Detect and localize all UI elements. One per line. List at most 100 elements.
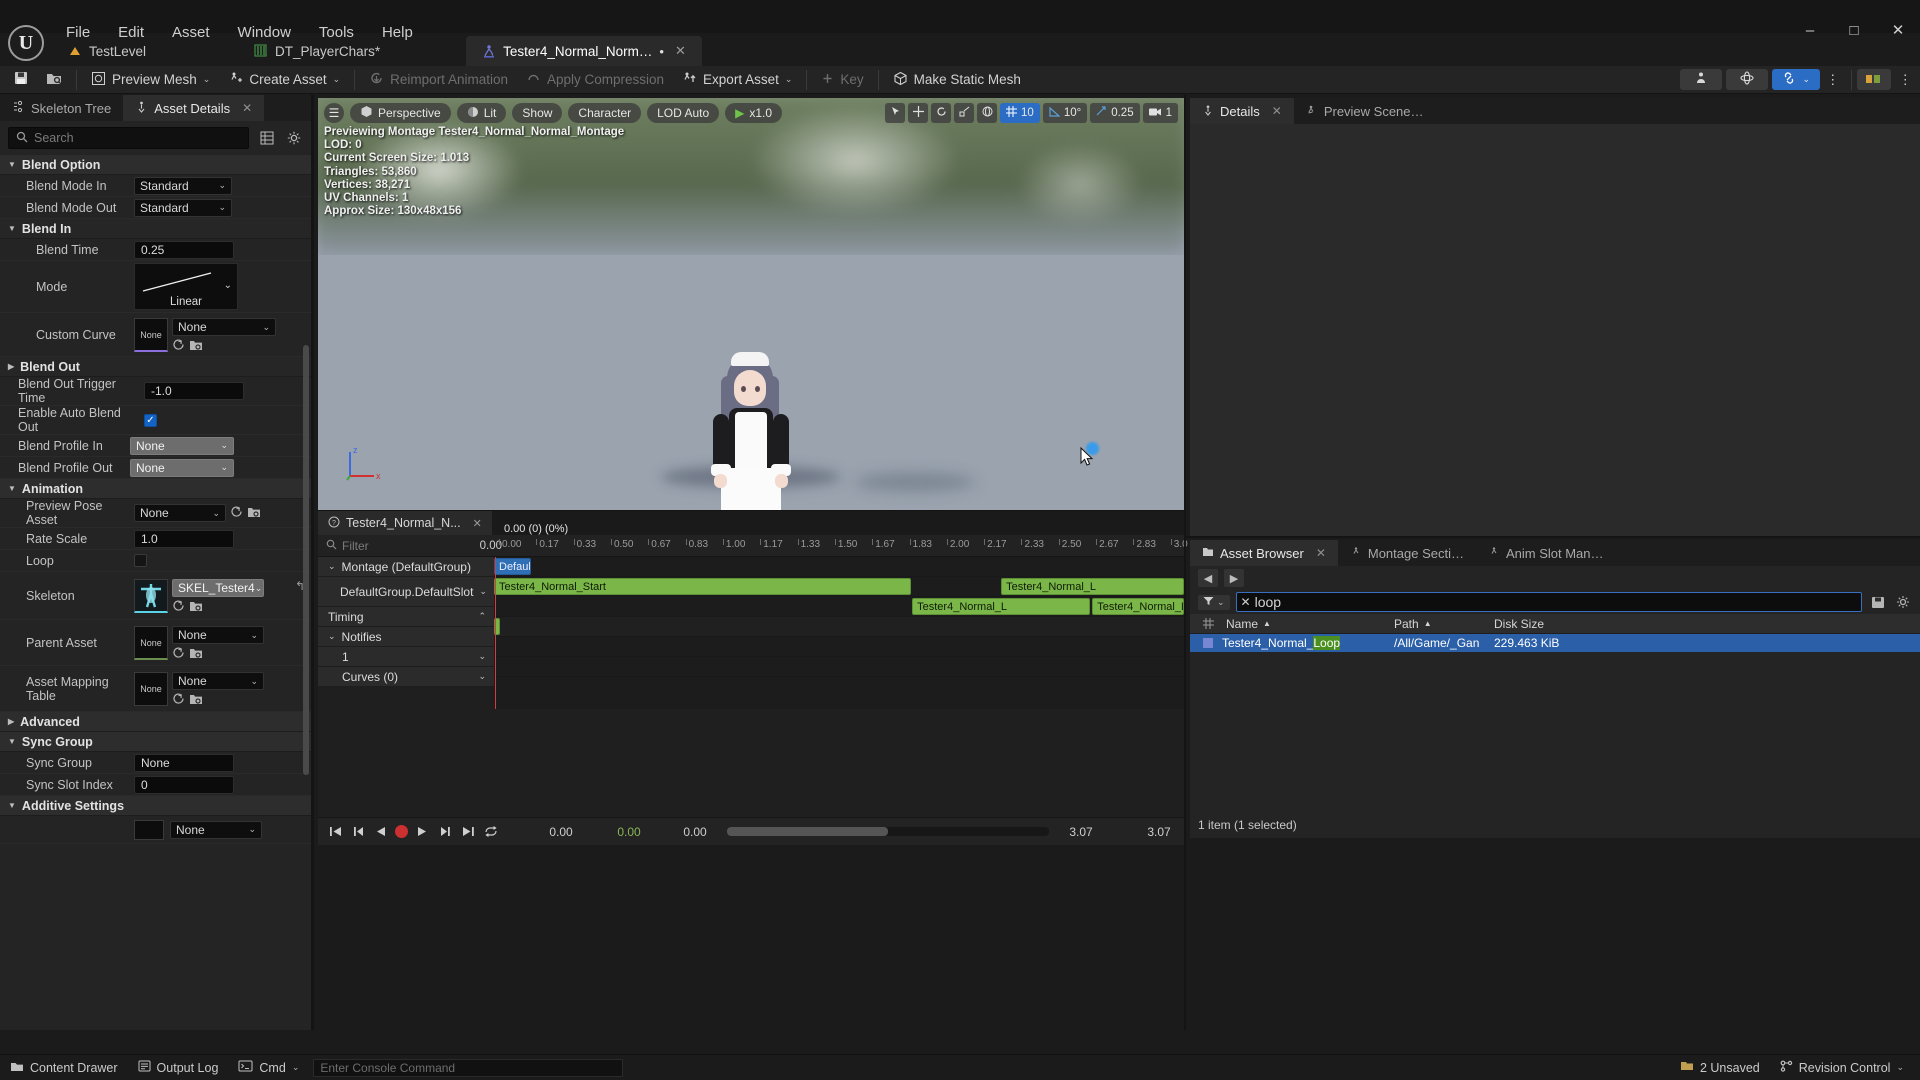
tab-montage-active[interactable]: Tester4_Normal_Norm… • ✕ — [466, 36, 702, 66]
unreal-logo-icon[interactable]: U — [8, 25, 44, 61]
search-input[interactable]: Search — [8, 127, 249, 149]
move-tool-button[interactable] — [908, 103, 929, 123]
additive-thumbnail[interactable] — [134, 819, 164, 840]
scale-tool-button[interactable] — [954, 103, 975, 123]
tab-details[interactable]: Details ✕ — [1190, 98, 1294, 124]
column-disk-size[interactable]: Disk Size — [1484, 617, 1920, 631]
details-scrollbar[interactable] — [303, 345, 309, 775]
section-animation[interactable]: ▼ Animation — [0, 479, 311, 499]
chevron-down-icon[interactable]: ⌄ — [785, 74, 793, 85]
asset-mapping-dropdown[interactable]: None ⌄ — [172, 672, 264, 690]
lane-slot-row1[interactable]: Tester4_Normal_Start Tester4_Normal_L — [494, 577, 1184, 597]
section-sync-group[interactable]: ▼ Sync Group — [0, 732, 311, 752]
chevron-down-icon[interactable]: ⌄ — [203, 74, 211, 85]
nav-back-button[interactable]: ◀ — [1198, 569, 1218, 587]
character-button[interactable]: Character — [568, 103, 642, 123]
reset-icon[interactable] — [230, 505, 243, 521]
track-header-notifies[interactable]: ⌄ Notifies — [318, 627, 494, 647]
blend-out-trigger-input[interactable]: -1.0 — [144, 382, 244, 400]
tab-asset-browser[interactable]: Asset Browser ✕ — [1190, 540, 1338, 566]
lane-curves[interactable] — [494, 677, 1184, 697]
custom-curve-dropdown[interactable]: None ⌄ — [172, 318, 276, 336]
lane-notifies[interactable] — [494, 637, 1184, 657]
left-splitter[interactable] — [312, 95, 314, 1030]
segment-loop-c[interactable]: Tester4_Normal_L — [1092, 598, 1184, 615]
tab-anim-document[interactable]: ? Tester4_Normal_N... ✕ — [318, 511, 492, 535]
chevron-down-icon[interactable]: ⌄ — [292, 1062, 300, 1073]
character-settings-button[interactable] — [1680, 69, 1723, 90]
save-search-icon[interactable] — [1868, 593, 1887, 612]
section-blend-in[interactable]: ▼ Blend In — [0, 219, 311, 239]
chevron-down-icon[interactable]: ⌄ — [479, 586, 487, 597]
apply-compression-button[interactable]: Apply Compression — [517, 66, 673, 94]
track-header-timing[interactable]: Timing ⌃ — [318, 607, 494, 627]
chevron-down-icon[interactable]: ⌄ — [1896, 1062, 1904, 1073]
lane-timing[interactable] — [494, 617, 1184, 637]
section-additive-settings[interactable]: ▼ Additive Settings — [0, 796, 311, 816]
browse-icon[interactable] — [189, 600, 203, 615]
track-header-notify-1[interactable]: 1 ⌄ — [318, 647, 494, 667]
section-blend-out[interactable]: ▶ Blend Out — [0, 357, 311, 377]
timeline-filter-input[interactable]: Filter — [318, 539, 462, 553]
parent-asset-dropdown[interactable]: None ⌄ — [172, 626, 264, 644]
timeline-scrollbar[interactable] — [727, 827, 1049, 836]
unsaved-button[interactable]: 2 Unsaved — [1670, 1055, 1770, 1080]
toolbar-overflow-button[interactable]: ⋮ — [1820, 66, 1846, 94]
physics-button[interactable] — [1726, 69, 1769, 90]
track-header-slot[interactable]: DefaultGroup.DefaultSlot ⌄ — [318, 577, 494, 607]
chevron-up-icon[interactable]: ⌃ — [478, 611, 486, 622]
angle-snap-button[interactable]: 10° — [1042, 103, 1088, 123]
show-button[interactable]: Show — [512, 103, 563, 123]
sync-group-input[interactable]: None — [134, 753, 234, 772]
tab-dt-playerchars[interactable]: DT_PlayerChars* — [238, 36, 396, 66]
segment-default[interactable]: Default — [494, 558, 532, 575]
track-header-curves[interactable]: Curves (0) ⌄ — [318, 667, 494, 687]
parent-asset-thumbnail[interactable]: None — [134, 626, 168, 660]
browse-icon[interactable] — [189, 339, 203, 354]
clear-search-icon[interactable]: ✕ — [1241, 595, 1251, 609]
browse-icon[interactable] — [247, 506, 261, 521]
blend-mode-in-dropdown[interactable]: Standard ⌄ — [134, 176, 232, 195]
chevron-down-icon[interactable]: ⌄ — [478, 651, 486, 662]
tab-skeleton-tree[interactable]: Skeleton Tree — [0, 95, 123, 121]
playhead[interactable] — [495, 557, 497, 709]
lane-slot-row2[interactable]: Tester4_Normal_L Tester4_Normal_L — [494, 597, 1184, 617]
chevron-down-icon[interactable]: ⌄ — [224, 280, 232, 291]
tab-anim-slot-manager[interactable]: Anim Slot Man… — [1476, 540, 1616, 566]
column-path[interactable]: Path ▲ — [1384, 617, 1484, 631]
animation-viewport[interactable]: ☰ Perspective Lit Show Character LOD Aut… — [318, 98, 1184, 510]
grid-layout-button[interactable] — [257, 129, 276, 148]
close-icon[interactable]: ✕ — [473, 517, 482, 530]
loop-icon[interactable] — [482, 823, 500, 841]
grid-view-button[interactable] — [1856, 69, 1891, 90]
blend-curve-preview[interactable]: ⌄ Linear — [134, 263, 238, 310]
record-icon[interactable] — [395, 825, 408, 838]
chevron-down-icon[interactable]: ⌄ — [333, 74, 341, 85]
blend-profile-out-dropdown[interactable]: None ⌄ — [130, 458, 234, 477]
close-icon[interactable]: ✕ — [1316, 546, 1326, 560]
toolbar-overflow-button-2[interactable]: ⋮ — [1891, 66, 1920, 94]
preview-mesh-button[interactable]: Preview Mesh ⌄ — [82, 66, 219, 94]
close-icon[interactable]: ✕ — [1272, 104, 1282, 118]
export-asset-button[interactable]: Export Asset ⌄ — [673, 66, 801, 94]
settings-gear-icon[interactable] — [284, 129, 303, 148]
custom-curve-thumbnail[interactable]: None — [134, 318, 168, 352]
close-window-button[interactable]: ✕ — [1876, 13, 1920, 47]
link-toggle-button[interactable]: ⌄ — [1772, 69, 1820, 90]
reset-icon[interactable] — [172, 338, 185, 354]
blend-time-input[interactable]: 0.25 — [134, 240, 234, 259]
filters-button[interactable]: ⌄ — [1198, 594, 1230, 610]
sync-slot-index-input[interactable]: 0 — [134, 775, 234, 794]
world-space-button[interactable] — [977, 103, 998, 123]
step-back-icon[interactable] — [349, 823, 367, 841]
playback-speed-button[interactable]: ▶ x1.0 — [725, 103, 783, 123]
track-header-montage[interactable]: ⌄ Montage (DefaultGroup) — [318, 557, 494, 577]
cmd-button[interactable]: Cmd ⌄ — [228, 1055, 309, 1080]
rotate-tool-button[interactable] — [931, 103, 952, 123]
content-drawer-button[interactable]: Content Drawer — [0, 1055, 128, 1080]
tab-montage-sections[interactable]: Montage Secti… — [1338, 540, 1476, 566]
skeleton-thumbnail[interactable] — [134, 579, 168, 613]
lane-montage[interactable]: Default — [494, 557, 1184, 577]
reset-icon[interactable] — [172, 692, 185, 708]
browse-icon[interactable] — [189, 693, 203, 708]
